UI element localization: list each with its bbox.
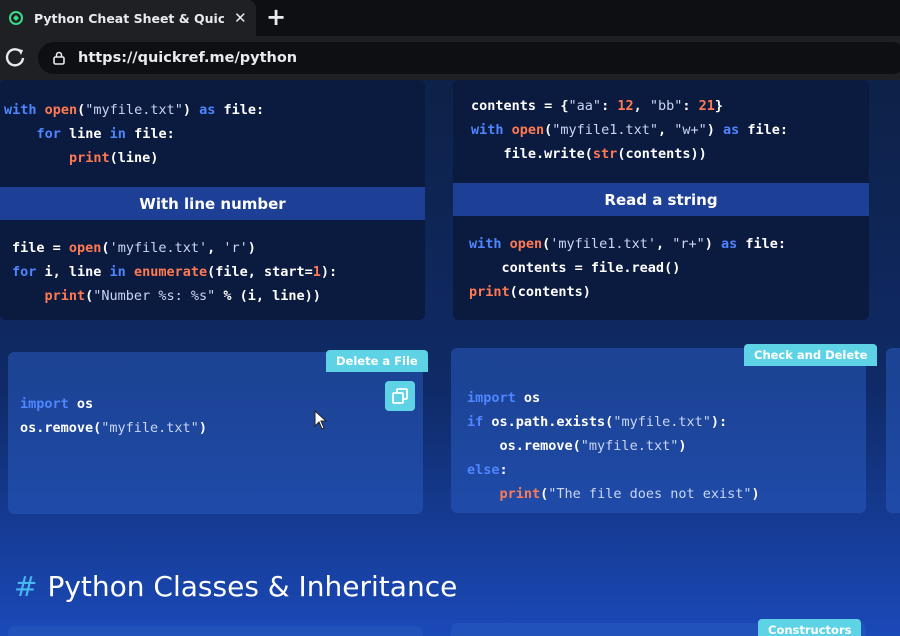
section-heading: # Python Classes & Inheritance	[14, 570, 457, 603]
code-line: with open('myfile1.txt', "r+") as file:	[469, 236, 787, 252]
section-hash[interactable]: #	[14, 570, 37, 603]
code-line: print("The file does not exist")	[499, 486, 760, 502]
code-block-delete: import os os.remove("myfile.txt")	[20, 392, 207, 440]
code-line: print(contents)	[469, 284, 591, 300]
code-line: import os	[20, 396, 94, 412]
badge-check-and-delete: Check and Delete	[744, 344, 878, 366]
heading-read-a-string: Read a string	[453, 183, 869, 216]
code-line: import os	[467, 390, 541, 406]
code-line: contents = {"aa": 12, "bb": 21}	[471, 98, 724, 114]
badge-constructors: Constructors	[758, 619, 862, 636]
copy-button[interactable]	[385, 381, 415, 411]
copy-icon	[392, 388, 408, 404]
code-block-read-string: with open('myfile1.txt', "r+") as file: …	[469, 232, 786, 304]
code-line: os.remove("myfile.txt")	[467, 438, 687, 454]
code-card-bottom-left	[8, 626, 423, 636]
code-card-partial	[886, 348, 900, 513]
badge-delete-a-file: Delete a File	[326, 350, 428, 372]
mouse-pointer-icon	[314, 410, 328, 430]
code-line: os.remove("myfile.txt")	[20, 420, 207, 436]
code-block-read-lines: with open("myfile.txt") as file: for lin…	[4, 98, 264, 170]
code-line: with open("myfile1.txt", "w+") as file:	[471, 122, 789, 138]
code-line: print(line)	[69, 150, 159, 166]
address-bar[interactable]: https://quickref.me/python	[38, 42, 900, 74]
tab-active[interactable]: Python Cheat Sheet & Quick Refe ✕	[0, 0, 256, 36]
new-tab-button[interactable]: +	[266, 3, 286, 31]
site-info-icon[interactable]	[52, 51, 66, 65]
code-line: contents = file.read()	[469, 260, 681, 276]
quickref-favicon-icon	[9, 11, 23, 25]
code-line: else:	[467, 462, 508, 478]
code-line: print("Number %s: %s" % (i, line))	[44, 288, 321, 304]
close-tab-icon[interactable]: ✕	[234, 9, 247, 27]
code-line: with open("myfile.txt") as file:	[4, 102, 265, 118]
browser-toolbar: https://quickref.me/python	[0, 36, 900, 80]
code-line: file = open('myfile.txt', 'r')	[12, 240, 256, 256]
code-line: if os.path.exists("myfile.txt"):	[467, 414, 728, 430]
tab-bar: Python Cheat Sheet & Quick Refe ✕ +	[0, 0, 900, 36]
section-title-text: Python Classes & Inheritance	[47, 570, 458, 603]
tab-title: Python Cheat Sheet & Quick Refe	[34, 10, 224, 26]
heading-with-line-number: With line number	[0, 187, 425, 220]
code-block-write: contents = {"aa": 12, "bb": 21} with open…	[471, 94, 788, 166]
code-line: file.write(str(contents))	[471, 146, 707, 162]
reload-icon[interactable]	[4, 46, 26, 68]
code-block-line-number: file = open('myfile.txt', 'r') for i, lin…	[12, 236, 337, 308]
code-line: for line in file:	[36, 126, 175, 142]
page-content: with open("myfile.txt") as file: for lin…	[0, 80, 900, 636]
url-text: https://quickref.me/python	[78, 50, 298, 66]
code-line: for i, line in enumerate(file, start=1):	[12, 264, 338, 280]
code-block-check-delete: import os if os.path.exists("myfile.txt")…	[467, 386, 760, 506]
